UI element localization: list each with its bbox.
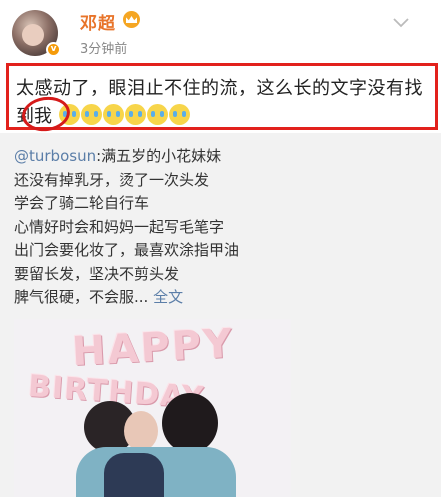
balloon-text-top: HAPPY — [70, 320, 236, 376]
repost-line: 还没有掉乳牙，烫了一次头发 — [14, 170, 210, 189]
mention-link[interactable]: @turbosun — [14, 147, 96, 165]
post-text-line-1: 太感动了，眼泪止不住的流，这么长的文字没有找 — [16, 78, 423, 99]
crying-emoji-icon — [125, 104, 146, 125]
timestamp: 3分钟前 — [80, 42, 128, 57]
repost-line-text: :满五岁的小花妹妹 — [96, 147, 222, 165]
repost-line-text: 脾气很硬，不会服... — [14, 288, 149, 306]
crying-emoji-icon — [147, 104, 168, 125]
post-photo[interactable]: HAPPY BIRTHDAY — [14, 319, 291, 497]
highlighted-post-text: 太感动了，眼泪止不住的流，这么长的文字没有找 到我 — [6, 63, 438, 130]
repost-line: @turbosun:满五岁的小花妹妹 — [14, 145, 239, 169]
crying-emoji-icon — [103, 104, 124, 125]
full-text-link[interactable]: 全文 — [153, 288, 183, 306]
repost-line: 脾气很硬，不会服... 全文 — [14, 286, 239, 310]
repost-line: 要留长发，坚决不剪头发 — [14, 264, 180, 283]
emoji-row — [59, 104, 190, 125]
crown-icon — [123, 11, 140, 28]
repost-line: 出门会要化妆了，最喜欢涂指甲油 — [14, 241, 240, 259]
child-figure — [124, 411, 158, 451]
repost-text: @turbosun:满五岁的小花妹妹 还没有掉乳牙，烫了一次头发 学会了骑二轮自… — [14, 145, 239, 310]
repost-line: 学会了骑二轮自行车 — [14, 194, 150, 212]
crying-emoji-icon — [81, 104, 102, 125]
verified-badge: v — [46, 42, 61, 57]
clothing — [104, 453, 164, 497]
post-header: v 邓超 3分钟前 — [0, 0, 441, 62]
crying-emoji-icon — [169, 104, 190, 125]
repost-line: 心情好时会和妈妈一起写毛笔字 — [14, 217, 225, 236]
chevron-down-icon[interactable] — [392, 14, 410, 32]
adult-figure — [162, 393, 218, 453]
username[interactable]: 邓超 — [80, 9, 116, 34]
